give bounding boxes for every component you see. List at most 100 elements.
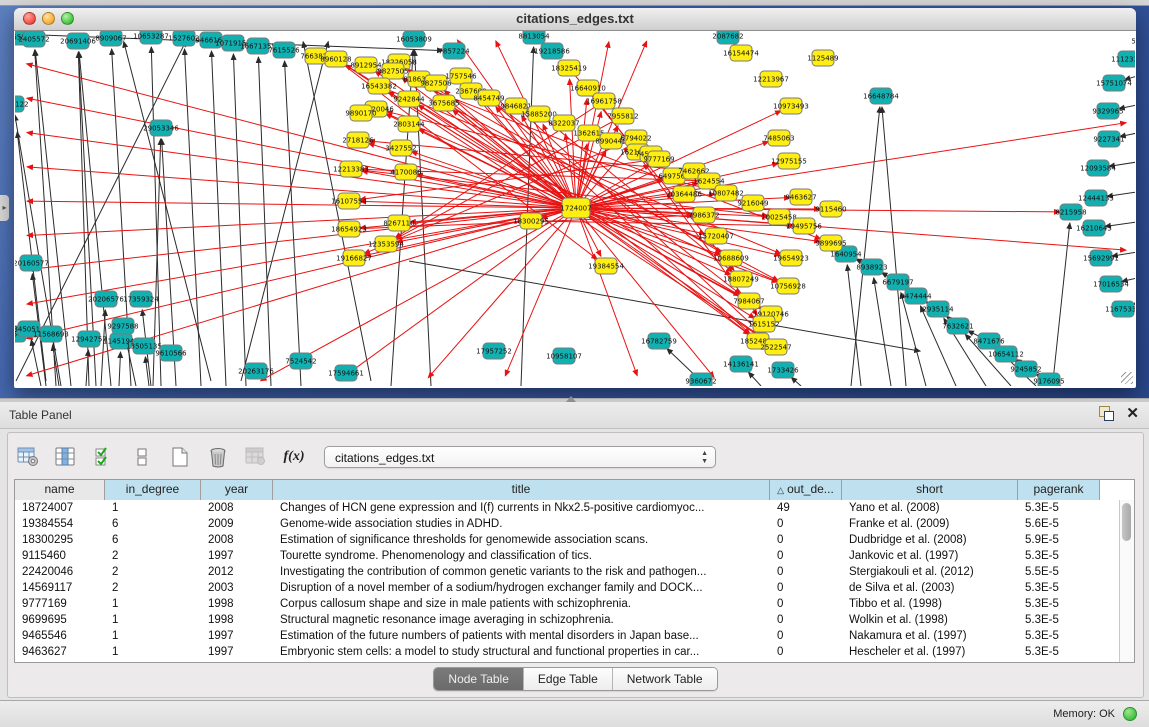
graph-node[interactable]: 7485063 <box>763 130 794 146</box>
column-header-pagerank[interactable]: pagerank <box>1018 480 1100 500</box>
graph-node[interactable]: 15692991 <box>1083 250 1119 266</box>
graph-node[interactable]: 9474444 <box>900 288 932 304</box>
import-table-button[interactable] <box>242 444 270 470</box>
graph-node[interactable]: 9242844 <box>393 91 425 107</box>
graph-node[interactable]: 2718126 <box>342 132 374 148</box>
graph-node[interactable]: 1757546 <box>445 68 477 84</box>
network-window-titlebar[interactable]: citations_edges.txt <box>14 8 1136 31</box>
tab-edge-table[interactable]: Edge Table <box>524 668 613 690</box>
graph-node[interactable]: 2522547 <box>760 339 791 355</box>
select-columns-button[interactable] <box>52 444 80 470</box>
graph-node[interactable]: 11123377 <box>1111 51 1135 67</box>
graph-node[interactable]: 9216049 <box>737 195 768 211</box>
graph-node[interactable]: 2935114 <box>922 301 954 317</box>
graph-node[interactable]: 9329965 <box>1092 103 1123 119</box>
table-row[interactable]: 1456911722003Disruption of a novel membe… <box>15 580 1119 596</box>
table-mode-button[interactable] <box>14 444 42 470</box>
delete-table-button[interactable] <box>204 444 232 470</box>
graph-node[interactable]: 2087682 <box>712 31 743 44</box>
column-header-title[interactable]: title <box>273 480 770 500</box>
graph-node[interactable]: 1724007 <box>560 198 591 218</box>
graph-node[interactable]: 9890170 <box>345 105 376 121</box>
graph-node[interactable]: 5510214 <box>1131 33 1135 49</box>
graph-node[interactable]: 7524542 <box>285 353 316 369</box>
graph-node[interactable]: 9360672 <box>685 373 716 386</box>
graph-node[interactable]: 12213967 <box>753 71 789 87</box>
graph-node[interactable]: 12942757 <box>71 331 107 347</box>
scrollbar-thumb[interactable] <box>1122 503 1131 541</box>
graph-node[interactable]: 17016534 <box>1093 276 1129 292</box>
collapsed-panel-handle[interactable]: ▸ <box>0 195 9 221</box>
table-vertical-scrollbar[interactable] <box>1119 500 1134 662</box>
table-row[interactable]: 2242004622012Investigating the contribut… <box>15 564 1119 580</box>
graph-node[interactable]: 15751074 <box>1096 75 1132 91</box>
graph-node[interactable]: 9297588 <box>107 318 138 334</box>
float-panel-icon[interactable] <box>1099 406 1114 421</box>
graph-node[interactable]: 20691406 <box>60 33 96 49</box>
column-header-in_degree[interactable]: in_degree <box>105 480 201 500</box>
graph-node[interactable]: 8960128 <box>320 51 351 67</box>
graph-node[interactable]: 20160577 <box>15 255 49 271</box>
graph-node[interactable]: 9777169 <box>643 151 674 167</box>
graph-node[interactable]: 7857224 <box>438 43 470 59</box>
graph-node[interactable]: 8909067 <box>95 31 126 46</box>
graph-node[interactable]: 17359324 <box>123 291 159 307</box>
graph-node[interactable]: 9115460 <box>815 201 846 217</box>
close-panel-icon[interactable]: ✕ <box>1126 406 1139 421</box>
graph-node[interactable]: 18325419 <box>551 60 587 76</box>
table-row[interactable]: 946554611997Estimation of the future num… <box>15 628 1119 644</box>
table-row[interactable]: 977716911998Corpus callosum shape and si… <box>15 596 1119 612</box>
graph-node[interactable]: 3427552 <box>385 140 416 156</box>
graph-node[interactable]: 1125489 <box>807 50 838 66</box>
tab-network-table[interactable]: Network Table <box>613 668 717 690</box>
tab-node-table[interactable]: Node Table <box>434 668 524 690</box>
table-row[interactable]: 911546021997Tourette syndrome. Phenomeno… <box>15 548 1119 564</box>
table-row[interactable]: 1872400712008Changes of HCN gene express… <box>15 500 1119 516</box>
graph-node[interactable]: 19218586 <box>534 43 570 59</box>
column-header-short[interactable]: short <box>842 480 1018 500</box>
new-table-button[interactable] <box>166 444 194 470</box>
table-select-dropdown[interactable]: citations_edges.txt ▲▼ <box>324 446 716 468</box>
graph-node[interactable]: 7955812 <box>607 108 638 124</box>
graph-node[interactable]: 7632621 <box>942 318 973 334</box>
graph-node[interactable]: 7986372 <box>688 207 719 223</box>
column-header-name[interactable]: name <box>15 480 105 500</box>
select-all-button[interactable] <box>90 444 118 470</box>
graph-node[interactable]: 12975155 <box>771 153 807 169</box>
graph-node[interactable]: 1733426 <box>767 362 799 378</box>
graph-node[interactable]: 8267110 <box>383 215 414 231</box>
graph-node[interactable]: 9227341 <box>1093 131 1124 147</box>
graph-node[interactable]: 10653287 <box>133 31 169 44</box>
graph-node[interactable]: 16210643 <box>1076 220 1112 236</box>
table-row[interactable]: 969969511998Structural magnetic resonanc… <box>15 612 1119 628</box>
window-resize-grip[interactable] <box>1121 372 1133 384</box>
unselect-all-button[interactable] <box>128 444 156 470</box>
graph-node[interactable]: 20206576 <box>88 291 124 307</box>
graph-node[interactable]: 3675685 <box>428 95 459 111</box>
graph-node[interactable]: 17957252 <box>476 343 512 359</box>
graph-node[interactable]: 17594661 <box>328 365 364 381</box>
graph-node[interactable]: 7984067 <box>733 293 764 309</box>
network-canvas[interactable]: 1724007915550624055722069140689090671065… <box>15 31 1135 386</box>
graph-node[interactable]: 9176095 <box>1033 373 1064 386</box>
graph-node[interactable]: 10958107 <box>546 348 582 364</box>
graph-node[interactable]: 8938923 <box>856 259 887 275</box>
graph-node[interactable]: 2405572 <box>18 31 49 47</box>
function-builder-button[interactable]: f(x) <box>280 444 308 470</box>
table-row[interactable]: 1938455462009Genome-wide association stu… <box>15 516 1119 532</box>
graph-node[interactable]: 8813054 <box>518 31 550 44</box>
graph-node[interactable]: 9245852 <box>1010 361 1041 377</box>
graph-node[interactable]: 8215958 <box>1055 204 1086 220</box>
graph-node[interactable]: 12213383 <box>333 161 369 177</box>
graph-node[interactable]: 12093584 <box>1080 160 1116 176</box>
graph-node[interactable]: 16154474 <box>723 45 759 61</box>
table-row[interactable]: 1830029562008Estimation of significance … <box>15 532 1119 548</box>
graph-node[interactable]: 16648784 <box>863 88 899 104</box>
graph-node[interactable]: 16053809 <box>396 31 432 47</box>
graph-node[interactable]: 14136141 <box>723 356 759 372</box>
graph-node[interactable]: 1615152 <box>748 316 779 332</box>
graph-node[interactable]: 12444133 <box>1078 190 1114 206</box>
graph-node[interactable]: 9899695 <box>815 235 846 251</box>
graph-node[interactable]: 2015122 <box>15 96 29 112</box>
graph-node[interactable]: 16782759 <box>641 333 677 349</box>
